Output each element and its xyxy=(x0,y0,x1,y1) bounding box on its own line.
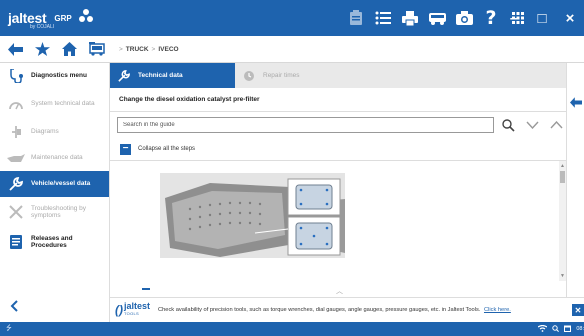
sidebar-item-troubleshooting[interactable]: Troubleshooting by symptoms xyxy=(0,197,109,227)
sidebar-item-label: Releases and Procedures xyxy=(31,234,73,250)
jaltest-tools-logo: () jaltest TOOLS xyxy=(115,301,151,318)
gauge-icon xyxy=(4,94,28,114)
chevron-down-icon[interactable] xyxy=(522,115,542,135)
stethoscope-icon xyxy=(4,66,28,86)
sidebar-item-label: Diagnostics menu xyxy=(31,72,87,80)
tools-icon xyxy=(4,202,28,222)
breadcrumb-separator: > xyxy=(151,45,156,53)
window-controls: – □ × xyxy=(500,0,584,36)
calendar-icon xyxy=(564,325,572,334)
navigation-bar: > TRUCK > IVECO xyxy=(0,36,584,63)
collapse-steps-label: Collapse all the steps xyxy=(138,146,196,152)
step-marker xyxy=(142,288,150,290)
home-icon[interactable] xyxy=(56,36,83,63)
chevron-up-icon[interactable] xyxy=(546,115,566,135)
search-row xyxy=(110,112,566,138)
sidebar: Diagnostics menu System technical data D… xyxy=(0,63,110,322)
tools-close-button[interactable]: ✕ xyxy=(572,304,584,316)
breadcrumb: > TRUCK > IVECO xyxy=(116,46,179,53)
sidebar-collapse-button[interactable] xyxy=(4,296,24,316)
tools-logo-mark: () xyxy=(115,303,123,317)
oil-can-icon xyxy=(4,148,28,168)
procedure-title: Change the diesel oxidation catalyst pre… xyxy=(110,88,566,112)
content-scrollbar[interactable]: ▲ ▼ xyxy=(559,161,566,281)
wifi-icon xyxy=(538,324,548,334)
expand-up-icon[interactable]: ︿ xyxy=(336,286,343,296)
title-bar: jaltest by COJALI GRP ? – □ × xyxy=(0,0,584,36)
clipboard-icon[interactable] xyxy=(344,6,368,30)
tab-label: Technical data xyxy=(138,72,183,79)
scroll-down-icon[interactable]: ▼ xyxy=(560,273,565,279)
scroll-thumb[interactable] xyxy=(560,171,565,183)
tabs: Technical data Repair times xyxy=(110,63,566,88)
vehicle-select-icon[interactable] xyxy=(83,36,110,63)
main-panel: Technical data Repair times Change the d… xyxy=(110,63,566,322)
minus-icon: − xyxy=(120,143,131,155)
group-label: GRP xyxy=(54,13,72,23)
group-icon xyxy=(78,8,94,29)
sidebar-item-label: Vehicle/vessel data xyxy=(31,180,91,188)
list-icon[interactable] xyxy=(371,6,395,30)
status-right: 08: xyxy=(538,322,584,336)
sidebar-item-system-technical-data[interactable]: System technical data xyxy=(0,89,109,119)
print-icon[interactable] xyxy=(398,6,422,30)
sidebar-item-vehicle-vessel-data[interactable]: Vehicle/vessel data xyxy=(0,171,109,197)
sidebar-item-diagnostics-menu[interactable]: Diagnostics menu xyxy=(0,63,109,89)
clock-time: 08: xyxy=(576,326,584,332)
search-icon[interactable] xyxy=(498,115,518,135)
tab-repair-times[interactable]: Repair times xyxy=(235,63,360,88)
close-button[interactable]: × xyxy=(556,0,584,36)
wrench-icon xyxy=(118,69,130,82)
truck-icon[interactable] xyxy=(425,6,449,30)
breadcrumb-separator: > xyxy=(119,45,123,53)
search-icon[interactable] xyxy=(552,324,560,334)
tools-logo-sub: TOOLS xyxy=(124,311,139,316)
sidebar-item-diagrams[interactable]: Diagrams xyxy=(0,119,109,145)
minimize-button[interactable]: – xyxy=(500,0,528,36)
clock-gear-icon xyxy=(243,70,255,82)
sidebar-item-label: Maintenance data xyxy=(31,154,83,162)
document-icon xyxy=(4,232,28,252)
scroll-up-icon[interactable]: ▲ xyxy=(560,163,565,169)
tab-label: Repair times xyxy=(263,72,300,79)
sidebar-item-label: Diagrams xyxy=(31,128,59,136)
sidebar-item-label: System technical data xyxy=(31,100,95,108)
breadcrumb-truck[interactable]: TRUCK xyxy=(126,46,149,53)
tools-message: Check availability of precision tools, s… xyxy=(158,307,511,313)
brand: jaltest by COJALI GRP xyxy=(0,8,94,30)
usb-icon: ⭍ xyxy=(6,324,12,332)
plug-icon xyxy=(4,122,28,142)
tools-message-text: Check availability of precision tools, s… xyxy=(158,307,481,313)
breadcrumb-iveco[interactable]: IVECO xyxy=(158,46,178,53)
panel-back-arrow-icon[interactable] xyxy=(570,95,582,113)
tools-logo-main: jaltest xyxy=(124,301,151,311)
wrench-icon xyxy=(4,174,28,194)
maximize-button[interactable]: □ xyxy=(528,0,556,36)
dpf-filter-image xyxy=(160,173,345,258)
brand-sub: by COJALI xyxy=(30,24,55,30)
tools-click-here-link[interactable]: Click here. xyxy=(484,307,511,313)
sidebar-item-maintenance-data[interactable]: Maintenance data xyxy=(0,145,109,171)
tab-technical-data[interactable]: Technical data xyxy=(110,63,235,88)
jaltest-tools-bar: () jaltest TOOLS Check availability of p… xyxy=(110,297,584,322)
favorites-star-icon[interactable] xyxy=(29,36,56,63)
back-arrow-icon[interactable] xyxy=(2,36,29,63)
search-input[interactable] xyxy=(117,117,494,133)
sidebar-item-releases-procedures[interactable]: Releases and Procedures xyxy=(0,227,109,257)
right-panel xyxy=(566,63,584,297)
collapse-steps-row[interactable]: − Collapse all the steps xyxy=(110,138,566,160)
sidebar-item-label: Troubleshooting by symptoms xyxy=(31,204,87,220)
camera-icon[interactable] xyxy=(452,6,476,30)
status-bar: ⭍ 08: xyxy=(0,322,584,336)
